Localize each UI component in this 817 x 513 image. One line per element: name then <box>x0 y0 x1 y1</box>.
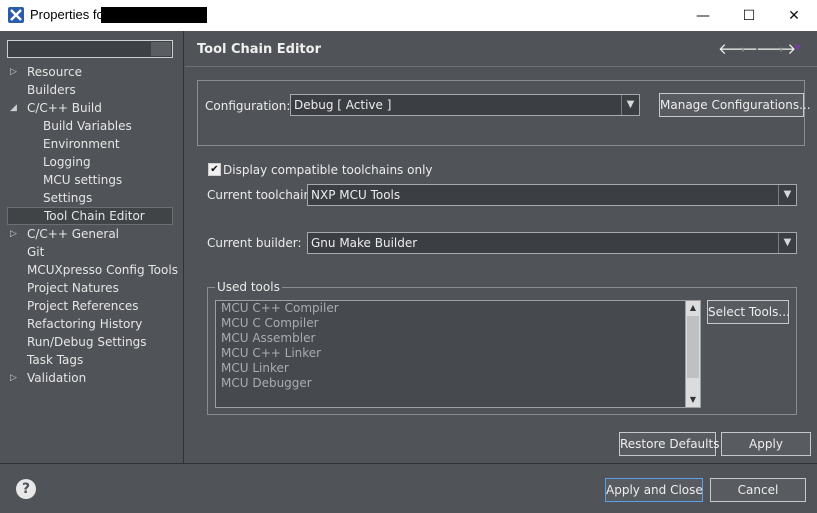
compatible-toolchains-checkbox[interactable]: ✔ <box>208 163 221 176</box>
help-icon[interactable]: ? <box>16 479 36 499</box>
toolchain-select[interactable]: NXP MCU Tools ▼ <box>307 184 797 206</box>
view-menu-icon[interactable]: ▾ <box>795 40 801 54</box>
property-nav-panel: ▷ Resource Builders ◢ C/C++ Build Build Varia… <box>0 31 184 463</box>
sidebar-item-label: Logging <box>43 155 91 169</box>
restore-defaults-button[interactable]: Restore Defaults <box>619 432 719 456</box>
filter-input[interactable] <box>7 40 173 58</box>
list-item[interactable]: MCU C Compiler <box>216 316 700 331</box>
used-tools-legend: Used tools <box>215 280 282 294</box>
sidebar-item-label: Project References <box>27 299 139 313</box>
sidebar-item-label: Resource <box>27 65 83 79</box>
chevron-right-icon[interactable]: ▷ <box>10 369 17 387</box>
back-arrow-icon[interactable]: 🡐 <box>718 39 758 58</box>
cancel-button[interactable]: Cancel <box>710 478 806 502</box>
chevron-right-icon[interactable]: ▷ <box>10 63 17 81</box>
manage-configurations-button[interactable]: Manage Configurations... <box>659 93 811 117</box>
maximize-button[interactable]: ☐ <box>726 0 772 31</box>
used-tools-scrollbar[interactable]: ▲ ▼ <box>685 301 700 407</box>
sidebar-item-build-variables[interactable]: Build Variables <box>7 117 173 135</box>
sidebar-item-mcu-settings[interactable]: MCU settings <box>7 171 173 189</box>
compatible-toolchains-label: Display compatible toolchains only <box>223 163 433 177</box>
forward-arrow-icon[interactable]: 🡒 <box>756 39 796 58</box>
builder-value: Gnu Make Builder <box>311 236 418 250</box>
sidebar-item-git[interactable]: Git <box>7 243 173 261</box>
chevron-down-icon[interactable]: ◢ <box>10 99 17 117</box>
sidebar-item-label: Run/Debug Settings <box>27 335 147 349</box>
sidebar-item-builders[interactable]: Builders <box>7 81 173 99</box>
scroll-thumb[interactable] <box>687 316 699 378</box>
sidebar-item-refactoring-history[interactable]: Refactoring History <box>7 315 173 333</box>
tool-chain-editor-page: Tool Chain Editor 🡐 ▾ 🡒 ▾ ▾ Configuratio… <box>185 31 817 463</box>
title-bar: Properties for — ☐ ✕ <box>0 0 817 31</box>
page-header: Tool Chain Editor 🡐 ▾ 🡒 ▾ ▾ <box>185 31 817 67</box>
sidebar-item-tool-chain-editor[interactable]: Tool Chain Editor <box>7 207 173 225</box>
sidebar-item-label: MCU settings <box>43 173 123 187</box>
sidebar-item-label: MCUXpresso Config Tools <box>27 263 178 277</box>
chevron-down-icon: ▼ <box>778 185 796 205</box>
sidebar-item-label: Refactoring History <box>27 317 143 331</box>
sidebar-item-label: Tool Chain Editor <box>44 209 145 223</box>
chevron-right-icon[interactable]: ▷ <box>10 225 17 243</box>
select-tools-button[interactable]: Select Tools... <box>707 300 790 324</box>
sidebar-item-label: Environment <box>43 137 120 151</box>
sidebar-item-label: Builders <box>27 83 76 97</box>
sidebar-item-environment[interactable]: Environment <box>7 135 173 153</box>
configuration-value: Debug [ Active ] <box>294 98 392 112</box>
configuration-label: Configuration: <box>205 99 291 113</box>
minimize-button[interactable]: — <box>680 0 726 31</box>
used-tools-list[interactable]: MCU C++ Compiler MCU C Compiler MCU Assemb… <box>215 300 701 408</box>
sidebar-item-label: Settings <box>43 191 93 205</box>
redacted-project-name <box>101 7 207 23</box>
builder-label: Current builder: <box>207 236 302 250</box>
list-item[interactable]: MCU Linker <box>216 361 700 376</box>
sidebar-item-c-c-general[interactable]: ▷ C/C++ General <box>7 225 173 243</box>
x-icon <box>8 7 24 23</box>
sidebar-item-label: Validation <box>27 371 87 385</box>
list-item[interactable]: MCU C++ Linker <box>216 346 700 361</box>
sidebar-item-task-tags[interactable]: Task Tags <box>7 351 173 369</box>
sidebar-item-mcuxpresso-config-tools[interactable]: MCUXpresso Config Tools <box>7 261 178 279</box>
sidebar-item-settings[interactable]: Settings <box>7 189 173 207</box>
sidebar-item-label: Git <box>27 245 45 259</box>
window-title: Properties for <box>30 7 109 22</box>
toolchain-label: Current toolchain: <box>207 188 316 202</box>
list-item[interactable]: MCU Debugger <box>216 376 700 391</box>
sidebar-item-c-c-build[interactable]: ◢ C/C++ Build <box>7 99 173 117</box>
apply-and-close-button[interactable]: Apply and Close <box>605 478 703 502</box>
sidebar-item-logging[interactable]: Logging <box>7 153 173 171</box>
scroll-up-icon[interactable]: ▲ <box>686 301 700 315</box>
forward-history-dropdown-icon[interactable]: ▾ <box>779 45 783 54</box>
configuration-select[interactable]: Debug [ Active ] ▼ <box>290 94 640 116</box>
apply-button[interactable]: Apply <box>721 432 811 456</box>
sidebar-item-validation[interactable]: ▷ Validation <box>7 369 173 387</box>
chevron-down-icon: ▼ <box>621 95 639 115</box>
sidebar-item-label: Task Tags <box>27 353 84 367</box>
page-title: Tool Chain Editor <box>197 42 321 57</box>
chevron-down-icon: ▼ <box>778 233 796 253</box>
builder-select[interactable]: Gnu Make Builder ▼ <box>307 232 797 254</box>
sidebar-item-label: C/C++ Build <box>27 101 102 115</box>
sidebar-item-run-debug-settings[interactable]: Run/Debug Settings <box>7 333 173 351</box>
sidebar-item-project-natures[interactable]: Project Natures <box>7 279 173 297</box>
filter-clear[interactable] <box>151 42 171 56</box>
dialog-footer: ? Apply and Close Cancel <box>0 463 817 513</box>
property-tree: ▷ Resource Builders ◢ C/C++ Build Build Varia… <box>7 63 178 387</box>
toolchain-value: NXP MCU Tools <box>311 188 401 202</box>
list-item[interactable]: MCU C++ Compiler <box>216 301 700 316</box>
scroll-down-icon[interactable]: ▼ <box>686 393 700 407</box>
back-history-dropdown-icon[interactable]: ▾ <box>741 45 745 54</box>
sidebar-item-label: Build Variables <box>43 119 132 133</box>
sidebar-item-project-references[interactable]: Project References <box>7 297 173 315</box>
list-item[interactable]: MCU Assembler <box>216 331 700 346</box>
close-button[interactable]: ✕ <box>771 0 817 31</box>
sidebar-item-label: C/C++ General <box>27 227 120 241</box>
sidebar-item-label: Project Natures <box>27 281 119 295</box>
sidebar-item-resource[interactable]: ▷ Resource <box>7 63 173 81</box>
